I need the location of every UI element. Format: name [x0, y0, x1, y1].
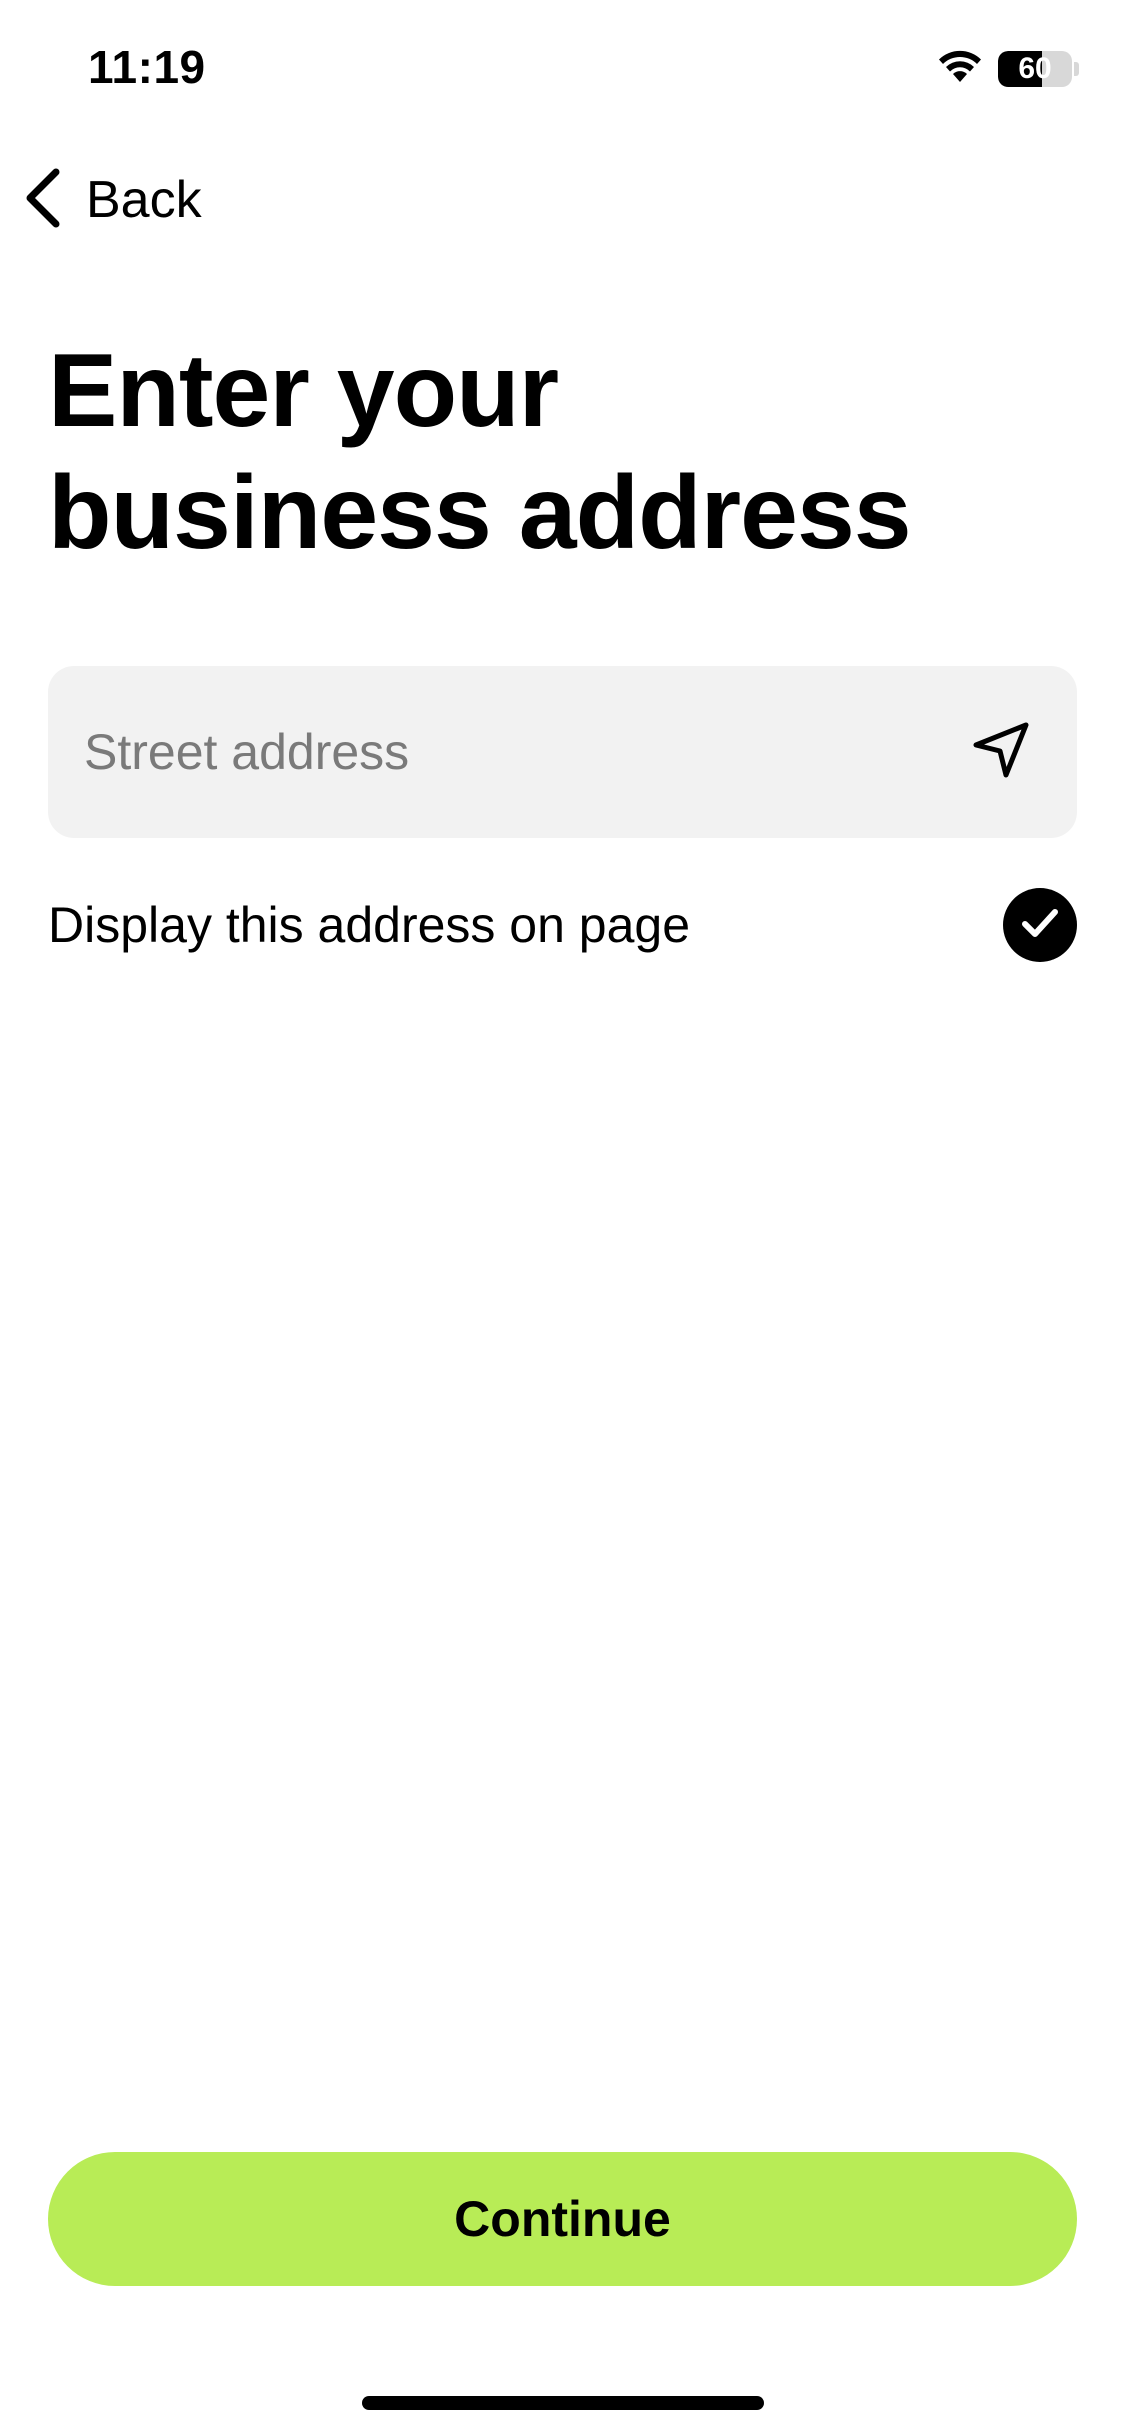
chevron-left-icon [22, 166, 64, 235]
back-button[interactable]: Back [22, 160, 202, 240]
page-title-line1: Enter your [48, 333, 559, 449]
status-bar: 11:19 60 [0, 0, 1125, 140]
checkmark-icon [1020, 906, 1060, 945]
status-time: 11:19 [88, 41, 206, 93]
battery-cap [1074, 61, 1079, 76]
current-location-button[interactable] [965, 716, 1037, 788]
battery-level: 60 [1018, 51, 1052, 85]
navigation-arrow-icon [970, 719, 1032, 786]
battery-icon: 60 [998, 50, 1072, 87]
street-address-input[interactable] [84, 666, 964, 838]
display-address-row: Display this address on page [48, 880, 1077, 970]
status-icons: 60 [936, 48, 1079, 89]
back-label: Back [86, 171, 202, 229]
display-address-label: Display this address on page [48, 897, 691, 953]
page-title-line2: business address [48, 455, 912, 571]
wifi-icon [936, 48, 984, 89]
home-indicator [362, 2396, 764, 2410]
page-title: Enter your business address [48, 330, 1048, 574]
display-address-checkbox[interactable] [1003, 888, 1077, 962]
continue-button[interactable]: Continue [48, 2152, 1077, 2286]
address-field [48, 666, 1077, 838]
